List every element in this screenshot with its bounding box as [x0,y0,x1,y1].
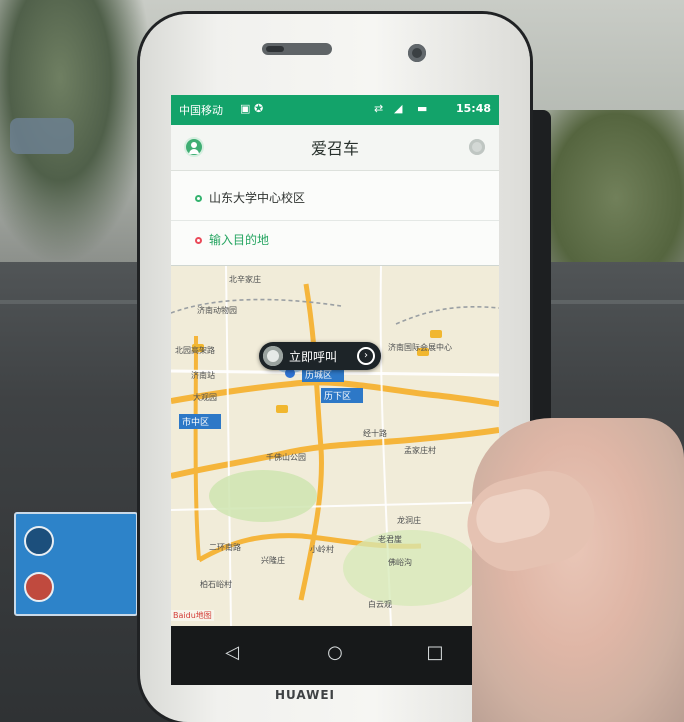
carrier-name: 中国移动 [179,104,223,117]
route-fields: 山东大学中心校区 输入目的地 [171,171,499,266]
destination-field[interactable]: 输入目的地 [171,219,499,263]
call-now-label: 立即呼叫 [289,350,338,364]
map-label: 兴隆庄 [261,555,285,565]
map-label: 老君崖 [378,534,402,544]
map-label: 小岭村 [310,544,334,554]
sticker-row-two [24,568,132,608]
origin-text: 山东大学中心校区 [209,191,306,205]
origin-dot-icon [195,195,202,202]
phone-brand: HUAWEI [274,688,336,702]
notification-icon: ▣ [240,102,251,115]
phone-screen: 中国移动 ▣ ✪ ⇄ ◢ ▬ 15:48 爱召车 山东大学中心校区 输入目的地 [171,95,499,685]
origin-field[interactable]: 山东大学中心校区 [171,177,499,221]
map-label: 济南国际会展中心 [388,342,452,352]
sticker-row-one [24,522,132,562]
taxi-marker [276,405,288,413]
back-icon[interactable]: ◁ [219,640,245,666]
phone-icon [263,346,283,366]
map-label: 历城区 [305,370,332,381]
map-svg: 北辛家庄 济南动物园 北园高架路 济南站 大观园 市中区 历下区 历城区 济南国… [171,265,499,627]
map-view[interactable]: 北辛家庄 济南动物园 北园高架路 济南站 大观园 市中区 历下区 历城区 济南国… [171,265,499,627]
map-label: 白云观 [368,599,392,609]
map-label: 历下区 [324,391,351,402]
recent-icon[interactable]: □ [422,640,448,666]
background-car [10,118,74,154]
map-label: 济南站 [191,370,215,380]
app-title: 爱召车 [310,139,359,158]
dashboard-sticker [14,512,138,616]
map-label: 龙洞庄 [397,515,421,525]
map-label: 市中区 [182,416,209,428]
sticker-person-icon [24,526,54,556]
map-label: 北园高架路 [175,345,215,355]
status-bar: 中国移动 ▣ ✪ ⇄ ◢ ▬ 15:48 [171,95,499,125]
map-label: 济南动物园 [197,305,237,315]
vibrate-icon: ⇄ [374,102,384,115]
map-label: 佛峪沟 [388,557,412,567]
map-label: 柏石峪村 [200,579,232,589]
destination-dot-icon [195,237,202,244]
map-label: 二环南路 [209,542,241,552]
baidu-logo: Baidu地图 [171,610,214,621]
android-icon: ✪ [254,102,264,115]
map-label: 大观园 [193,392,217,402]
status-time: 15:48 [455,102,491,115]
home-icon[interactable]: ○ [322,640,348,666]
battery-icon: ▬ [417,102,428,115]
front-camera [408,44,426,62]
map-label: 北辛家庄 [229,274,261,284]
park-area [209,470,317,522]
android-nav-bar: ◁ ○ □ [171,626,499,685]
destination-placeholder: 输入目的地 [209,233,270,247]
map-label: 千佛山公园 [266,452,306,462]
sticker-no-smoking-icon [24,572,54,602]
map-label: 孟家庄村 [404,445,436,455]
settings-icon[interactable] [469,139,485,155]
taxi-marker [430,330,442,338]
signal-icon: ◢ [394,102,403,115]
phone-sensor [266,46,284,52]
call-now-button[interactable]: 立即呼叫 › [259,342,381,370]
hill-area [343,530,479,606]
app-header: 爱召车 [171,125,499,171]
map-label: 经十路 [363,428,387,438]
chevron-right-icon: › [357,347,375,365]
